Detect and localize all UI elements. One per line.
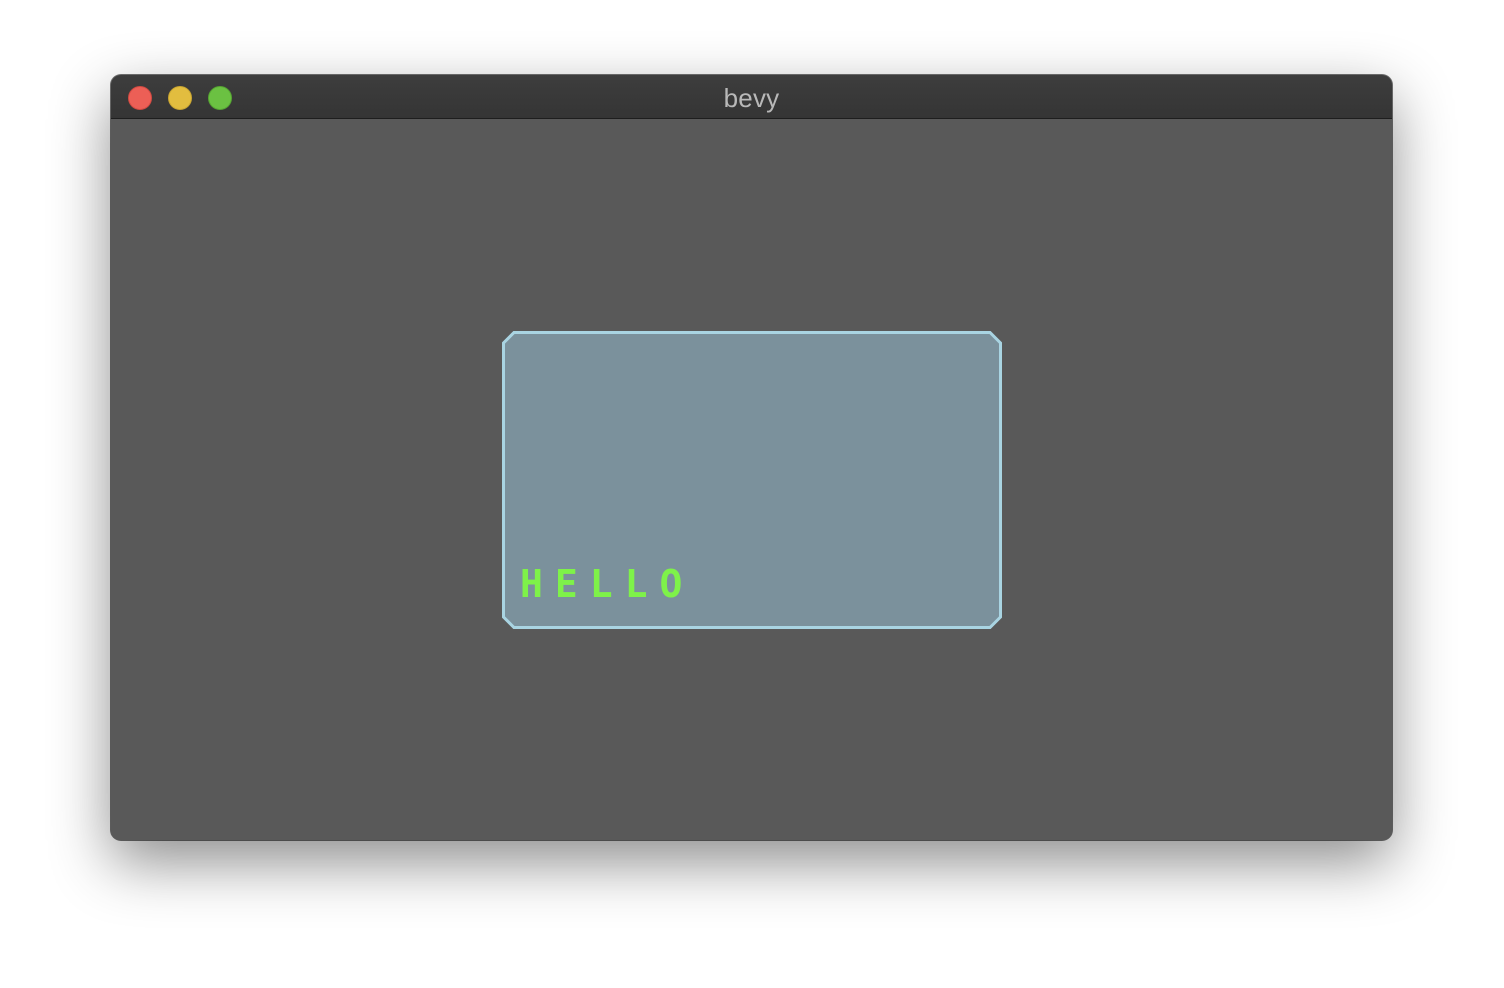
- game-viewport[interactable]: HELLO: [111, 119, 1392, 840]
- window-title: bevy: [723, 83, 780, 113]
- title-bar[interactable]: bevy: [111, 75, 1392, 119]
- ui-panel: HELLO: [502, 331, 1002, 629]
- desktop: bevy HELLO: [0, 0, 1504, 988]
- app-window: bevy HELLO: [111, 75, 1392, 840]
- hello-text: HELLO: [520, 562, 695, 606]
